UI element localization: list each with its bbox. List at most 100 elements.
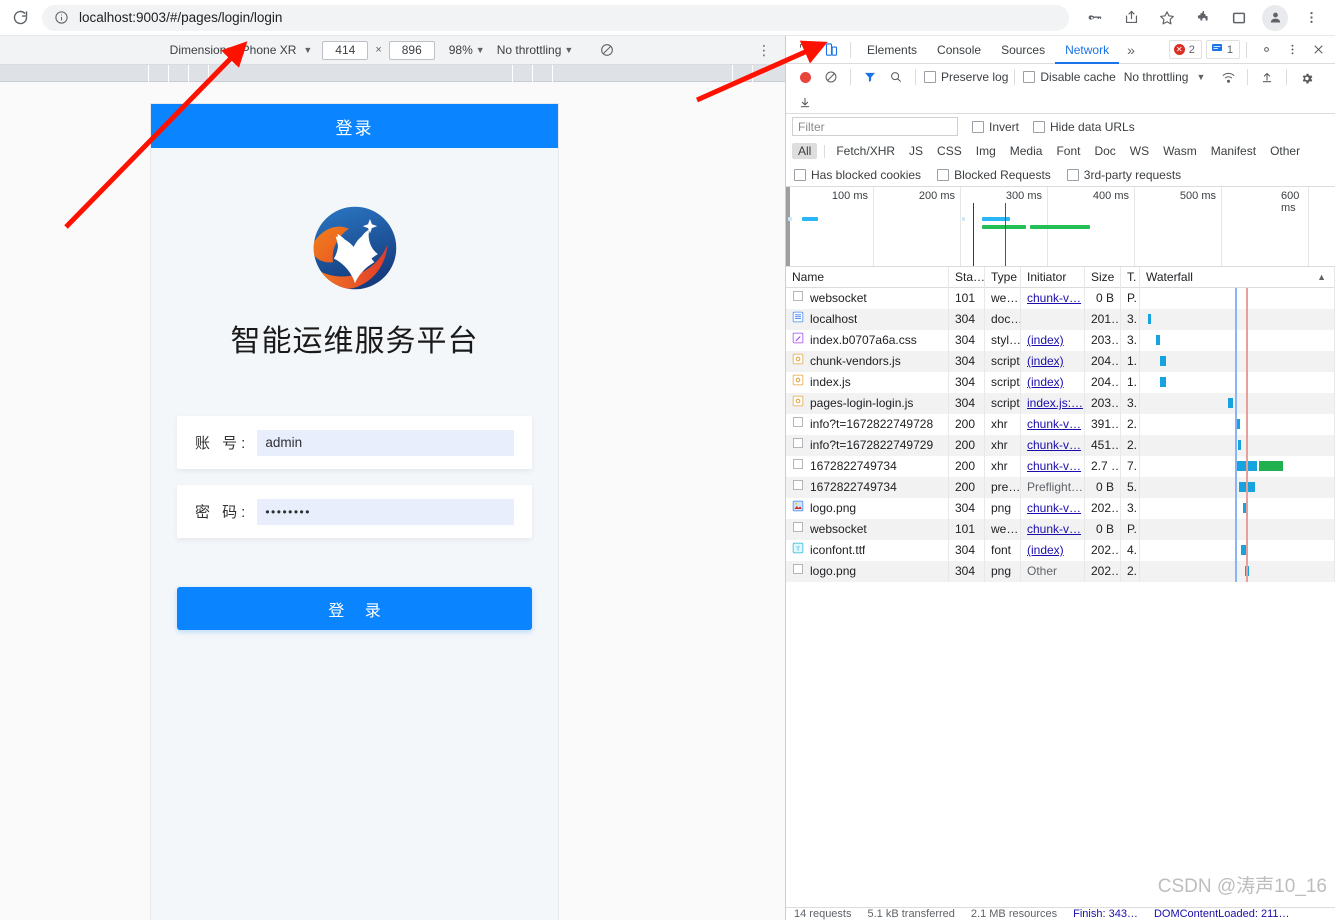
cell-name[interactable]: localhost xyxy=(786,309,949,330)
toggle-device-toolbar-icon[interactable] xyxy=(818,38,844,62)
share-icon[interactable] xyxy=(1118,5,1144,31)
cell-initiator[interactable]: chunk-v… xyxy=(1021,288,1085,309)
cell-name[interactable]: chunk-vendors.js xyxy=(786,351,949,372)
device-throttling-label[interactable]: No throttling xyxy=(497,43,562,57)
record-stop-icon[interactable] xyxy=(792,65,818,89)
blocked-requests-box[interactable] xyxy=(937,168,950,181)
cell-name[interactable]: websocket xyxy=(786,519,949,540)
hide-data-urls-box[interactable] xyxy=(1033,120,1046,133)
table-row[interactable]: index.b0707a6a.css 304 styl… (index) 203… 3. xyxy=(786,330,1335,351)
third-party-box[interactable] xyxy=(1066,168,1079,181)
preserve-log-box[interactable] xyxy=(924,71,936,83)
password-input[interactable] xyxy=(257,498,514,525)
column-header-size[interactable]: Size xyxy=(1085,266,1121,288)
throttling-chevron-down-icon[interactable]: ▼ xyxy=(564,45,573,55)
network-throttling-select[interactable]: No throttling xyxy=(1124,70,1189,84)
cell-initiator[interactable]: (index) xyxy=(1021,372,1085,393)
column-header-type[interactable]: Type xyxy=(985,266,1021,288)
cell-name[interactable]: Ticonfont.ttf xyxy=(786,540,949,561)
devtools-menu-icon[interactable] xyxy=(1279,38,1305,62)
sort-ascending-icon[interactable]: ▲ xyxy=(1317,267,1326,288)
cell-name[interactable]: info?t=1672822749729 xyxy=(786,435,949,456)
table-row[interactable]: 1672822749734 200 xhr chunk-v… 2.7 … 7. xyxy=(786,456,1335,477)
cell-initiator[interactable]: chunk-v… xyxy=(1021,435,1085,456)
table-row[interactable]: websocket 101 we… chunk-v… 0 B P. xyxy=(786,519,1335,540)
table-row[interactable]: 1672822749734 200 pre… Preflight… 0 B 5. xyxy=(786,477,1335,498)
cell-name[interactable]: 1672822749734 xyxy=(786,477,949,498)
network-filter-input[interactable] xyxy=(792,117,958,136)
cell-initiator[interactable]: chunk-v… xyxy=(1021,456,1085,477)
cell-name[interactable]: logo.png xyxy=(786,561,949,582)
tab-elements[interactable]: Elements xyxy=(857,36,927,64)
address-bar[interactable]: localhost:9003/#/pages/login/login xyxy=(42,4,1069,31)
cell-name[interactable]: 1672822749734 xyxy=(786,456,949,477)
cell-name[interactable]: logo.png xyxy=(786,498,949,519)
device-dimensions-label[interactable]: Dimensions: iPhone XR xyxy=(170,43,297,57)
disable-cache-box[interactable] xyxy=(1023,71,1036,83)
type-filter-js[interactable]: JS xyxy=(903,143,929,159)
network-overview-timeline[interactable]: 100 ms 200 ms 300 ms 400 ms 500 ms 600 m… xyxy=(786,187,1335,267)
cell-initiator[interactable]: index.js:… xyxy=(1021,393,1085,414)
network-settings-gear-icon[interactable] xyxy=(1293,65,1319,89)
cell-name[interactable]: info?t=1672822749728 xyxy=(786,414,949,435)
column-header-name[interactable]: Name xyxy=(786,266,949,288)
type-filter-manifest[interactable]: Manifest xyxy=(1205,143,1262,159)
info-circle-icon[interactable] xyxy=(54,10,70,26)
search-icon[interactable] xyxy=(883,65,909,89)
table-row[interactable]: Ticonfont.ttf 304 font (index) 202… 4. xyxy=(786,540,1335,561)
table-row[interactable]: logo.png 304 png chunk-v… 202… 3. xyxy=(786,498,1335,519)
has-blocked-cookies-box[interactable] xyxy=(794,168,806,181)
profile-avatar-icon[interactable] xyxy=(1262,4,1288,31)
clear-network-icon[interactable] xyxy=(818,65,844,89)
funnel-filter-icon[interactable] xyxy=(857,65,883,89)
tab-sources[interactable]: Sources xyxy=(991,36,1055,64)
has-blocked-cookies-checkbox[interactable]: Has blocked cookies xyxy=(794,168,921,182)
cell-initiator[interactable]: chunk-v… xyxy=(1021,498,1085,519)
invert-checkbox[interactable]: Invert xyxy=(972,120,1019,134)
table-row[interactable]: info?t=1672822749729 200 xhr chunk-v… 451… 2. xyxy=(786,435,1335,456)
disable-cache-checkbox[interactable]: Disable cache xyxy=(1023,70,1116,84)
type-filter-media[interactable]: Media xyxy=(1004,143,1049,159)
table-row[interactable]: logo.png 304 png Other 202… 2. xyxy=(786,561,1335,582)
cell-initiator[interactable]: (index) xyxy=(1021,330,1085,351)
download-har-icon[interactable] xyxy=(792,90,818,114)
chevron-down-icon[interactable]: ▼ xyxy=(303,45,312,55)
cell-initiator[interactable]: chunk-v… xyxy=(1021,414,1085,435)
message-count-badge[interactable]: 1 xyxy=(1205,40,1240,59)
error-count-badge[interactable]: ✕ 2 xyxy=(1168,40,1202,59)
puzzle-piece-icon[interactable] xyxy=(1190,5,1216,31)
throttling-chevron-icon[interactable]: ▼ xyxy=(1196,72,1205,82)
account-input[interactable] xyxy=(257,429,514,456)
table-row[interactable]: chunk-vendors.js 304 script (index) 204… 1. xyxy=(786,351,1335,372)
type-filter-wasm[interactable]: Wasm xyxy=(1157,143,1203,159)
zoom-level-label[interactable]: 98% xyxy=(449,43,473,57)
type-filter-fetch-xhr[interactable]: Fetch/XHR xyxy=(830,143,901,159)
device-toolbar-menu-icon[interactable]: ⋮ xyxy=(757,43,771,57)
type-filter-img[interactable]: Img xyxy=(970,143,1002,159)
hide-data-urls-checkbox[interactable]: Hide data URLs xyxy=(1033,120,1135,134)
column-header-waterfall-cell[interactable]: Waterfall ▲ xyxy=(1140,266,1335,288)
type-filter-all[interactable]: All xyxy=(792,143,818,159)
cell-name[interactable]: index.b0707a6a.css xyxy=(786,330,949,351)
viewport-width-input[interactable]: 414 xyxy=(322,40,369,60)
type-filter-font[interactable]: Font xyxy=(1050,143,1086,159)
key-icon[interactable] xyxy=(1082,5,1108,31)
table-row[interactable]: index.js 304 script (index) 204… 1. xyxy=(786,372,1335,393)
type-filter-doc[interactable]: Doc xyxy=(1088,143,1121,159)
more-tabs-icon[interactable]: » xyxy=(1119,42,1143,58)
three-dot-menu-icon[interactable] xyxy=(1298,5,1324,31)
login-submit-button[interactable]: 登 录 xyxy=(177,587,532,630)
table-row[interactable]: websocket 101 we… chunk-v… 0 B P. xyxy=(786,288,1335,309)
table-row[interactable]: info?t=1672822749728 200 xhr chunk-v… 391… 2. xyxy=(786,414,1335,435)
type-filter-other[interactable]: Other xyxy=(1264,143,1306,159)
tab-console[interactable]: Console xyxy=(927,36,991,64)
gear-icon[interactable] xyxy=(1253,38,1279,62)
table-row[interactable]: pages-login-login.js 304 script index.js:… 2… xyxy=(786,393,1335,414)
tab-network[interactable]: Network xyxy=(1055,36,1119,64)
zoom-chevron-down-icon[interactable]: ▼ xyxy=(476,45,485,55)
star-icon[interactable] xyxy=(1154,5,1180,31)
close-icon[interactable] xyxy=(1305,38,1331,62)
column-header-status[interactable]: Sta… xyxy=(949,266,985,288)
reload-button[interactable] xyxy=(6,4,34,32)
inspect-element-icon[interactable] xyxy=(792,38,818,62)
